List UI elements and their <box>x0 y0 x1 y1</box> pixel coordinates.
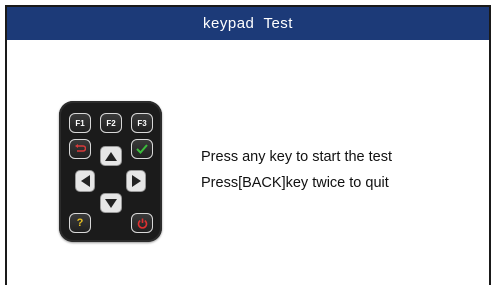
down-key[interactable] <box>100 193 122 213</box>
up-key[interactable] <box>100 146 122 166</box>
right-key[interactable] <box>126 170 146 192</box>
keypad-illustration: F1 F2 F3 ? <box>59 101 162 242</box>
power-icon <box>137 218 147 229</box>
power-key[interactable] <box>131 213 153 233</box>
back-key[interactable] <box>69 139 91 159</box>
back-arrow-icon <box>75 144 86 152</box>
help-key-label: ? <box>76 217 84 229</box>
title-bar: keypad Test <box>7 7 489 40</box>
arrow-right-icon <box>131 175 141 187</box>
help-key[interactable]: ? <box>69 213 91 233</box>
instruction-quit: Press[BACK]key twice to quit <box>201 175 389 191</box>
left-key[interactable] <box>75 170 95 192</box>
f2-key[interactable]: F2 <box>100 113 122 133</box>
f1-key-label: F1 <box>75 118 85 128</box>
f1-key[interactable]: F1 <box>69 113 91 133</box>
arrow-down-icon <box>105 198 117 208</box>
window-title: keypad Test <box>203 15 293 32</box>
arrow-left-icon <box>80 175 90 187</box>
instruction-start: Press any key to start the test <box>201 149 392 165</box>
f3-key-label: F3 <box>137 118 147 128</box>
f3-key[interactable]: F3 <box>131 113 153 133</box>
arrow-up-icon <box>105 151 117 161</box>
checkmark-icon <box>136 144 148 154</box>
ok-key[interactable] <box>131 139 153 159</box>
f2-key-label: F2 <box>106 118 116 128</box>
